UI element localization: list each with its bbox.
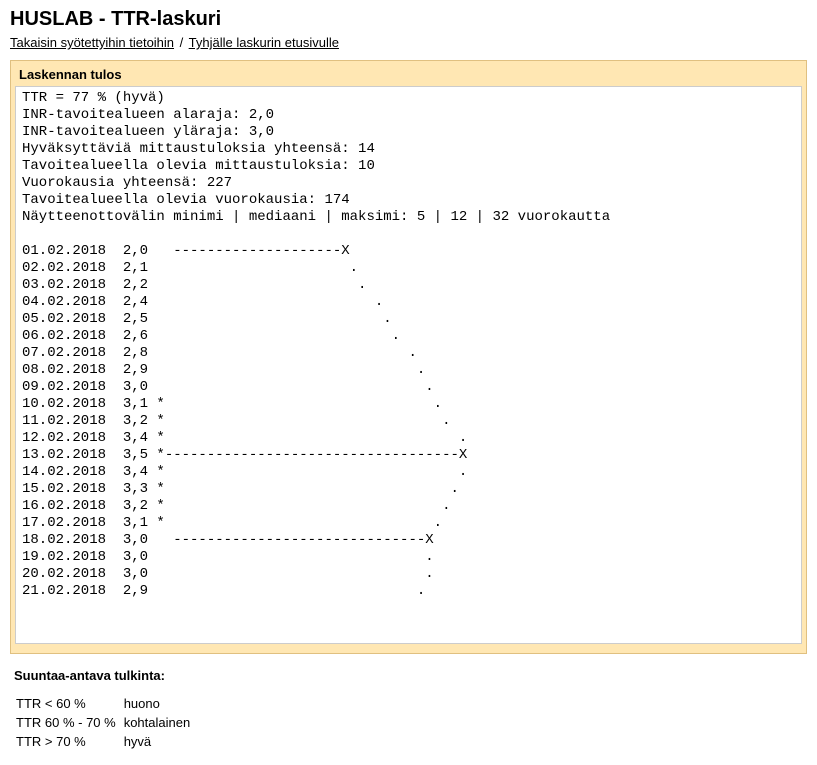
panel-title: Laskennan tulos bbox=[15, 65, 802, 86]
nav-separator: / bbox=[178, 35, 186, 50]
link-empty-calculator[interactable]: Tyhjälle laskurin etusivulle bbox=[189, 35, 339, 50]
interpretation-label: hyvä bbox=[124, 733, 191, 750]
interpretation-title: Suuntaa-antava tulkinta: bbox=[10, 668, 807, 683]
interpretation-table: TTR < 60 %huonoTTR 60 % - 70 %kohtalaine… bbox=[10, 693, 192, 752]
interpretation-range: TTR > 70 % bbox=[16, 733, 122, 750]
interpretation-label: huono bbox=[124, 695, 191, 712]
link-back-to-input[interactable]: Takaisin syötettyihin tietoihin bbox=[10, 35, 174, 50]
interpretation-range: TTR 60 % - 70 % bbox=[16, 714, 122, 731]
nav-links: Takaisin syötettyihin tietoihin / Tyhjäl… bbox=[10, 35, 807, 50]
interpretation-label: kohtalainen bbox=[124, 714, 191, 731]
page-title: HUSLAB - TTR-laskuri bbox=[10, 8, 807, 31]
interpretation-range: TTR < 60 % bbox=[16, 695, 122, 712]
result-panel: Laskennan tulos bbox=[10, 60, 807, 654]
interpretation-row: TTR 60 % - 70 %kohtalainen bbox=[16, 714, 190, 731]
results-textarea[interactable] bbox=[15, 86, 802, 644]
interpretation-row: TTR < 60 %huono bbox=[16, 695, 190, 712]
interpretation-row: TTR > 70 %hyvä bbox=[16, 733, 190, 750]
